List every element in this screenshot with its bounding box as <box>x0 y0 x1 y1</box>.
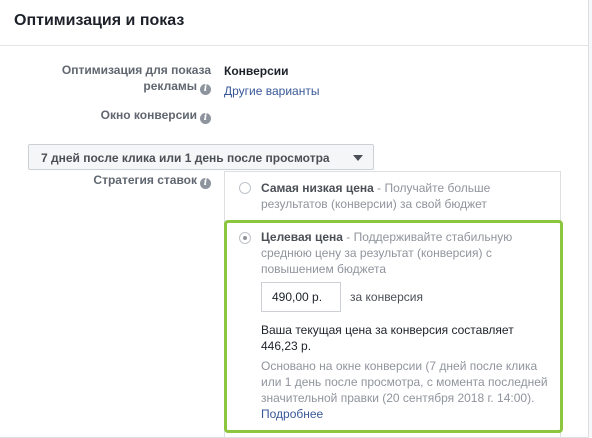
optimization-value: Конверсии <box>224 64 289 78</box>
radio-lowest-cost[interactable] <box>239 182 251 194</box>
conversion-window-label-text: Окно конверсии <box>100 108 197 122</box>
conversion-window-dropdown[interactable]: 7 дней после клика или 1 день после прос… <box>28 144 374 170</box>
conversion-note-text: Основано на окне конверсии (7 дней после… <box>261 359 548 405</box>
optimization-label-line1: Оптимизация для показа <box>61 63 211 77</box>
card-title: Оптимизация и показ <box>14 12 185 29</box>
learn-more-link[interactable]: Подробнее <box>261 407 323 421</box>
per-conversion-label: за конверсия <box>350 290 423 304</box>
optimization-label: Оптимизация для показа рекламы i <box>11 62 211 95</box>
info-icon[interactable]: i <box>200 113 211 124</box>
option-lowest-cost[interactable]: Самая низкая цена - Получайте больше рез… <box>261 180 551 212</box>
option-lowest-cost-title: Самая низкая цена <box>261 181 374 195</box>
option-target-cost-title: Целевая цена <box>261 230 343 244</box>
card-header: Оптимизация и показ <box>0 0 588 46</box>
caret-down-icon <box>353 155 363 161</box>
bid-strategy-label: Стратегия ставок i <box>11 172 211 189</box>
optimization-label-line2-wrap: рекламы i <box>11 78 211 95</box>
info-icon[interactable]: i <box>200 178 211 189</box>
radio-target-cost[interactable] <box>239 232 251 244</box>
optimization-label-line2: рекламы <box>143 79 197 93</box>
conversion-note: Основано на окне конверсии (7 дней после… <box>261 358 551 422</box>
option-target-cost[interactable]: Целевая цена - Поддерживайте стабильную … <box>261 229 551 277</box>
current-price-text: Ваша текущая цена за конверсия составляе… <box>261 323 514 353</box>
conversion-window-label: Окно конверсии i <box>11 107 211 124</box>
info-icon[interactable]: i <box>200 84 211 95</box>
conversion-window-dropdown-value: 7 дней после клика или 1 день после прос… <box>41 151 330 165</box>
bid-amount-input[interactable]: 490,00 р. <box>261 282 341 312</box>
other-options-link[interactable]: Другие варианты <box>224 84 319 98</box>
bid-strategy-label-text: Стратегия ставок <box>93 173 197 187</box>
